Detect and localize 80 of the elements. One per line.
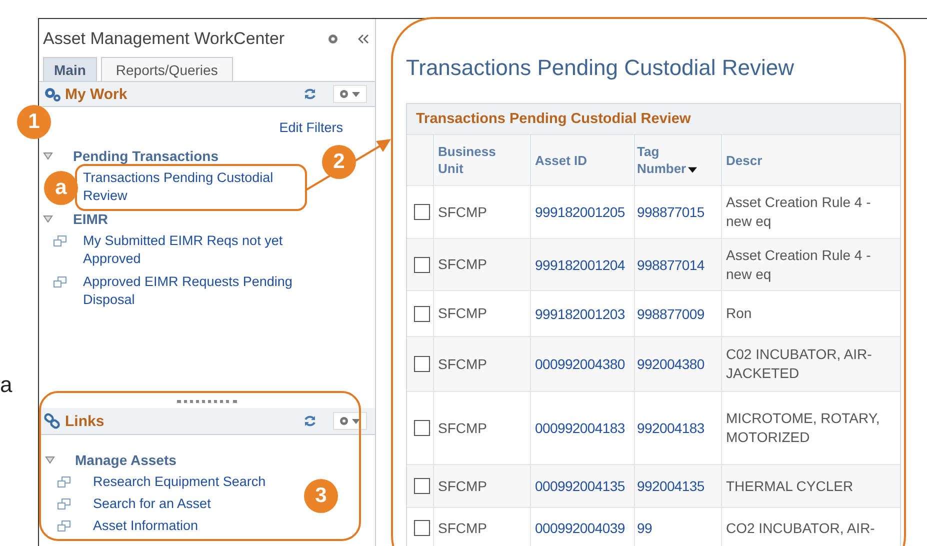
- refresh-icon[interactable]: [303, 414, 317, 428]
- new-window-icon: [53, 235, 67, 247]
- asset-id-link[interactable]: 000992004183: [535, 419, 625, 437]
- refresh-icon[interactable]: [303, 87, 317, 101]
- asset-id-link[interactable]: 999182001203: [535, 304, 625, 322]
- row-checkbox[interactable]: [414, 204, 430, 220]
- row-checkbox[interactable]: [414, 478, 430, 494]
- asset-id-link[interactable]: 999182001205: [535, 203, 625, 221]
- worklist-link[interactable]: Asset Information: [93, 517, 198, 535]
- tab[interactable]: Main: [43, 57, 97, 81]
- settings-icon[interactable]: [327, 33, 339, 45]
- group-heading[interactable]: Manage Assets: [75, 452, 176, 468]
- tag-number-link[interactable]: 99: [637, 519, 652, 537]
- row-checkbox[interactable]: [414, 306, 430, 322]
- table-cell: SFCMP: [438, 476, 487, 496]
- edit-filters-link[interactable]: Edit Filters: [279, 120, 343, 135]
- options-button[interactable]: [333, 412, 367, 430]
- page-title: Transactions Pending Custodial Review: [406, 55, 796, 81]
- resize-handle[interactable]: [177, 400, 237, 405]
- worklist-link[interactable]: Search for an Asset: [93, 495, 211, 513]
- table-cell: SFCMP: [438, 518, 487, 538]
- asset-id-link[interactable]: 000992004380: [535, 355, 625, 373]
- stray-text: a: [0, 372, 12, 398]
- gear-caret-icon: [338, 416, 362, 426]
- tab[interactable]: Reports/Queries: [100, 57, 233, 81]
- new-window-icon: [57, 476, 71, 488]
- callout-badge: 1: [17, 105, 51, 139]
- tag-number-link[interactable]: 992004380: [637, 355, 704, 373]
- options-button[interactable]: [333, 85, 367, 103]
- table-cell: THERMAL CYCLER: [726, 476, 854, 496]
- worklist-link[interactable]: Research Equipment Search: [93, 473, 266, 491]
- tag-number-link[interactable]: 998877014: [637, 256, 704, 274]
- tag-number-link[interactable]: 998877009: [637, 304, 704, 322]
- asset-id-link[interactable]: 000992004135: [535, 477, 625, 495]
- row-checkbox[interactable]: [414, 520, 430, 536]
- gear-caret-icon: [338, 89, 362, 99]
- group-heading[interactable]: Pending Transactions: [73, 148, 218, 164]
- asset-id-link[interactable]: 999182001204: [535, 256, 625, 274]
- new-window-icon: [57, 520, 71, 532]
- gears-icon: [43, 85, 61, 103]
- grid-title: Transactions Pending Custodial Review: [416, 111, 691, 127]
- row-checkbox[interactable]: [414, 256, 430, 272]
- column-header[interactable]: Business Unit: [438, 143, 510, 177]
- asset-id-link[interactable]: 000992004039: [535, 519, 625, 537]
- column-header[interactable]: Tag Number: [637, 143, 709, 177]
- column-header[interactable]: Asset ID: [535, 152, 588, 168]
- column-header[interactable]: Descr: [726, 152, 762, 168]
- row-checkbox[interactable]: [414, 420, 430, 436]
- worklist-link[interactable]: Transactions Pending Custodial Review: [83, 169, 308, 205]
- tag-number-link[interactable]: 998877015: [637, 203, 704, 221]
- tag-number-link[interactable]: 992004135: [637, 477, 704, 495]
- row-checkbox[interactable]: [414, 356, 430, 372]
- table-cell-text: Asset Creation Rule 4 - new eq: [726, 246, 872, 284]
- group-heading[interactable]: EIMR: [73, 211, 108, 227]
- expanded-triangle-icon[interactable]: [43, 152, 53, 160]
- collapse-icon[interactable]: [357, 34, 369, 44]
- pagelet-title: My Work: [65, 86, 128, 102]
- table-cell: SFCMP: [438, 255, 487, 274]
- worklist-link[interactable]: Approved EIMR Requests Pending Disposal: [83, 273, 308, 309]
- table-cell: CO2 INCUBATOR, AIR-: [726, 518, 875, 538]
- table-cell: Ron: [726, 304, 752, 323]
- chain-link-icon: [43, 412, 61, 430]
- table-cell-text: MICROTOME, ROTARY, MOTORIZED: [726, 409, 881, 447]
- table-cell: SFCMP: [438, 202, 487, 222]
- pagelet-title: Links: [65, 412, 106, 430]
- table-cell: SFCMP: [438, 418, 487, 438]
- callout-badge: 2: [322, 145, 356, 179]
- table-cell-text: Asset Creation Rule 4 - new eq: [726, 193, 872, 231]
- table-cell-text: C02 INCUBATOR, AIR-JACKETED: [726, 345, 873, 383]
- callout-badge: 3: [304, 479, 338, 513]
- worklist-link[interactable]: My Submitted EIMR Reqs not yet Approved: [83, 232, 308, 268]
- tag-number-link[interactable]: 992004183: [637, 419, 704, 437]
- new-window-icon: [57, 498, 71, 510]
- callout-badge: a: [44, 171, 78, 205]
- new-window-icon: [53, 276, 67, 288]
- table-cell: SFCMP: [438, 304, 487, 323]
- expanded-triangle-icon[interactable]: [43, 215, 53, 223]
- table-cell: SFCMP: [438, 354, 487, 374]
- expanded-triangle-icon[interactable]: [45, 456, 55, 464]
- workcenter-title: Asset Management WorkCenter: [43, 29, 286, 49]
